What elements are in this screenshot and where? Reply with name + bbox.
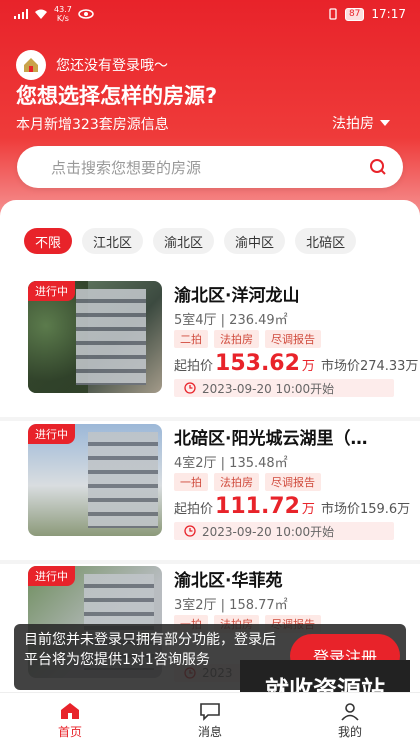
network-speed: 43.7 K/s	[54, 5, 72, 23]
clock-icon	[184, 525, 196, 537]
auction-status-badge: 进行中	[28, 566, 75, 586]
start-time: 2023-09-20 10:00开始	[202, 381, 335, 396]
district-chip-all[interactable]: 不限	[24, 228, 73, 254]
listing-photo: 进行中	[28, 424, 162, 536]
auction-status-badge: 进行中	[28, 424, 75, 444]
listing-rooms: 5室4厅 | 236.49㎡	[174, 313, 288, 328]
vibrate-icon	[329, 8, 337, 20]
property-type-dropdown[interactable]: 法拍房	[332, 113, 390, 133]
divider	[0, 417, 420, 421]
search-icon[interactable]	[369, 158, 387, 176]
market-price: 市场价274.33万	[320, 359, 419, 374]
login-prompt: 您还没有登录哦～	[56, 58, 168, 74]
district-chip-yuzhong[interactable]: 渝中区	[224, 228, 286, 254]
listing-title: 北碚区·阳光城云湖里（…	[174, 429, 368, 449]
listing-tags: 二拍 法拍房 尽调报告	[174, 330, 321, 348]
start-price: 111.72	[215, 494, 300, 519]
start-price-label: 起拍价	[174, 359, 214, 374]
property-type-tag: 法拍房	[214, 473, 259, 491]
home-icon	[61, 702, 79, 719]
status-bar: 43.7 K/s 87 17:17	[0, 0, 420, 28]
profile-icon	[341, 702, 359, 721]
listing-tags: 一拍 法拍房 尽调报告	[174, 473, 321, 491]
price-row: 起拍价 153.62 万 市场价274.33万	[174, 351, 418, 376]
auction-round-tag: 二拍	[174, 330, 208, 348]
tab-messages[interactable]: 消息	[140, 693, 280, 747]
listing-card[interactable]: 进行中 渝北区·洋河龙山 5室4厅 | 236.49㎡ 二拍 法拍房 尽调报告 …	[0, 281, 420, 421]
auction-status-badge: 进行中	[28, 281, 75, 301]
caret-down-icon	[380, 120, 390, 126]
market-price: 市场价159.6万	[320, 502, 411, 517]
start-price: 153.62	[215, 351, 300, 376]
tab-profile[interactable]: 我的	[280, 693, 420, 747]
toast-message: 目前您并未登录只拥有部分功能，登录后平台将为您提供1对1咨询服务	[24, 632, 276, 668]
search-bar[interactable]: 点击搜索您想要的房源	[17, 146, 403, 188]
login-prompt-row[interactable]: 您还没有登录哦～	[16, 50, 168, 80]
district-filter: 不限 江北区 渝北区 渝中区 北碚区	[24, 228, 357, 254]
report-tag: 尽调报告	[265, 330, 321, 348]
listing-card[interactable]: 进行中 北碚区·阳光城云湖里（… 4室2厅 | 135.48㎡ 一拍 法拍房 尽…	[0, 424, 420, 564]
district-chip-jiangbei[interactable]: 江北区	[82, 228, 144, 254]
report-tag: 尽调报告	[265, 473, 321, 491]
district-chip-beibei[interactable]: 北碚区	[295, 228, 357, 254]
auction-round-tag: 一拍	[174, 473, 208, 491]
house-logo-icon	[24, 58, 38, 72]
listing-rooms: 4室2厅 | 135.48㎡	[174, 456, 288, 471]
listing-rooms: 3室2厅 | 158.77㎡	[174, 598, 288, 613]
battery-indicator: 87	[344, 7, 365, 21]
wifi-icon	[35, 9, 47, 19]
district-chip-yubei[interactable]: 渝北区	[153, 228, 215, 254]
listing-photo: 进行中	[28, 281, 162, 393]
new-listings-count: 本月新增323套房源信息	[16, 117, 169, 133]
price-unit: 万	[301, 359, 315, 374]
property-type-label: 法拍房	[332, 116, 374, 132]
listing-title: 渝北区·华菲苑	[174, 571, 283, 591]
tab-label: 我的	[337, 724, 362, 739]
price-unit: 万	[301, 502, 315, 517]
avatar[interactable]	[16, 50, 46, 80]
property-type-tag: 法拍房	[214, 330, 259, 348]
signal-icon	[14, 9, 28, 19]
listing-title: 渝北区·洋河龙山	[174, 286, 300, 306]
page-headline: 您想选择怎样的房源?	[16, 84, 218, 108]
tab-label: 消息	[197, 724, 222, 739]
tab-label: 首页	[57, 724, 82, 739]
start-time-row: 2023-09-20 10:00开始	[174, 379, 394, 397]
bottom-tab-bar: 首页 消息 我的	[0, 692, 420, 747]
start-price-label: 起拍价	[174, 502, 214, 517]
eye-icon	[78, 9, 94, 19]
tab-home[interactable]: 首页	[0, 693, 140, 747]
start-time-row: 2023-09-20 10:00开始	[174, 522, 394, 540]
message-icon	[200, 702, 220, 721]
search-placeholder: 点击搜索您想要的房源	[51, 158, 202, 177]
price-row: 起拍价 111.72 万 市场价159.6万	[174, 494, 410, 519]
clock: 17:17	[371, 7, 406, 21]
divider	[0, 560, 420, 564]
start-time: 2023-09-20 10:00开始	[202, 524, 335, 539]
clock-icon	[184, 382, 196, 394]
